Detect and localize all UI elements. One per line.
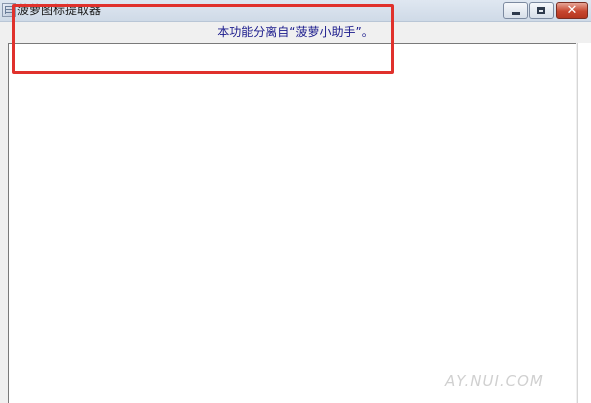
- icon-list-panel[interactable]: [8, 43, 576, 403]
- window-title: 菠萝图标提取器: [17, 3, 102, 17]
- app-icon[interactable]: [2, 3, 16, 17]
- app-window: 菠萝图标提取器 ✕ 本功能分离自“菠萝小助手”。 AY.NUI.COM: [0, 0, 591, 403]
- watermark: AY.NUI.COM: [445, 372, 544, 390]
- title-bar[interactable]: 菠萝图标提取器 ✕: [0, 0, 591, 22]
- close-button[interactable]: ✕: [556, 2, 588, 19]
- maximize-icon: [530, 3, 553, 18]
- minimize-icon: [504, 3, 527, 18]
- info-banner: 本功能分离自“菠萝小助手”。: [217, 25, 374, 39]
- close-icon: ✕: [566, 3, 578, 18]
- maximize-button[interactable]: [529, 2, 554, 19]
- vertical-scrollbar[interactable]: [577, 43, 591, 403]
- minimize-button[interactable]: [503, 2, 528, 19]
